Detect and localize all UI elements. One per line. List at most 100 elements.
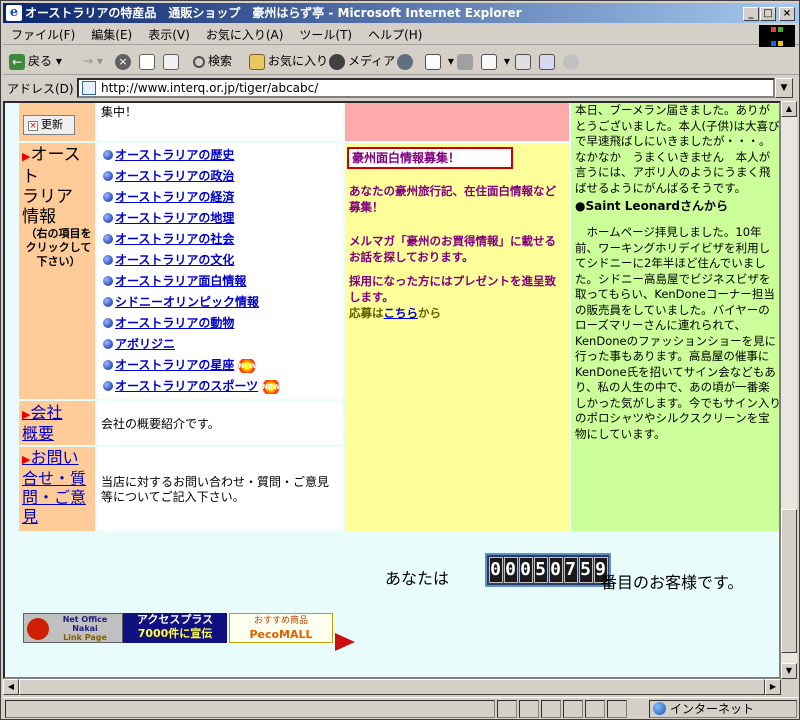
link-aborigine[interactable]: アボリジニ <box>115 337 175 351</box>
link-society[interactable]: オーストラリアの社会 <box>115 232 234 246</box>
australia-note: （右の項目をクリックして下さい） <box>25 227 92 268</box>
link-geography[interactable]: オーストラリアの地理 <box>115 211 234 225</box>
messenger-button[interactable] <box>563 50 582 72</box>
counter-digit: 0 <box>503 557 518 583</box>
window-title: オーストラリアの特産品 通販ショップ 豪州はらず亭 - Microsoft In… <box>25 6 522 20</box>
broken-image-icon: × <box>28 121 38 131</box>
list-item: シドニーオリンピック情報 <box>103 292 259 313</box>
status-pane-1 <box>497 700 517 718</box>
edit-button[interactable]: ▾ <box>481 50 510 72</box>
apply-suffix: から <box>418 306 441 320</box>
horizontal-scrollbar[interactable]: ◀ ▶ <box>3 679 781 695</box>
recruit-para-3: 採用になった方にはプレゼントを進呈致します。 <box>349 274 556 304</box>
maximize-button[interactable]: □ <box>760 7 776 21</box>
contact-link-2[interactable]: 合せ・質 <box>22 469 95 488</box>
menu-edit[interactable]: 編集(E) <box>83 25 140 45</box>
contact-link-3[interactable]: 問・ご意 <box>22 488 95 507</box>
bullet-icon <box>103 276 113 286</box>
vertical-scrollbar[interactable]: ▲ ▼ <box>781 101 797 679</box>
address-input[interactable]: http://www.interq.or.jp/tiger/abcabc/ <box>77 78 775 98</box>
company-link-2[interactable]: 概要 <box>22 424 95 443</box>
discuss-button[interactable] <box>515 50 534 72</box>
scroll-up-button[interactable]: ▲ <box>781 101 797 117</box>
menu-view[interactable]: 表示(V) <box>140 25 198 45</box>
link-constellations[interactable]: オーストラリアの星座 <box>115 358 234 372</box>
link-history[interactable]: オーストラリアの歴史 <box>115 148 234 162</box>
stop-button[interactable]: × <box>115 50 134 72</box>
media-icon <box>329 53 345 70</box>
pecomall-banner[interactable]: おすすめ商品 PecoMALL <box>229 613 333 643</box>
stop-icon: × <box>115 53 131 70</box>
research-button[interactable] <box>539 50 558 72</box>
home-button[interactable] <box>163 50 182 72</box>
next-arrow-icon[interactable] <box>335 633 355 651</box>
back-button[interactable]: ← 戻る ▾ <box>9 50 62 72</box>
testimonial-heading: ●Saint Leonardさんから <box>575 199 728 213</box>
favorites-button[interactable]: お気に入り <box>249 50 328 72</box>
link-economy[interactable]: オーストラリアの経済 <box>115 190 234 204</box>
company-desc: 会社の概要紹介です。 <box>101 417 220 431</box>
minimize-button[interactable]: _ <box>743 7 759 21</box>
banner1-line3: Link Page <box>63 633 107 642</box>
link-fun-info[interactable]: オーストラリア面白情報 <box>115 274 246 288</box>
discuss-icon <box>515 53 531 70</box>
link-culture[interactable]: オーストラリアの文化 <box>115 253 234 267</box>
globe-icon <box>653 702 666 715</box>
windows-logo-icon <box>759 25 795 47</box>
media-button[interactable]: メディア <box>329 50 395 72</box>
netoffice-banner[interactable]: Net Office Nakai Link Page <box>23 613 123 643</box>
back-arrow-icon: ← <box>9 53 25 70</box>
favorites-icon <box>249 53 265 70</box>
bullet-icon <box>103 234 113 244</box>
search-button[interactable]: 検索 <box>193 50 232 72</box>
browser-window: e オーストラリアの特産品 通販ショップ 豪州はらず亭 - Microsoft … <box>0 0 800 720</box>
top-left-cell: × 更新 <box>19 103 95 141</box>
menu-file[interactable]: ファイル(F) <box>3 25 83 45</box>
bullet-icon <box>103 171 113 181</box>
accessplus-banner[interactable]: アクセスプラス 7000件に宣伝 <box>123 613 227 643</box>
print-button[interactable] <box>457 50 476 72</box>
bullet-icon <box>103 381 113 391</box>
address-dropdown-button[interactable]: ▼ <box>775 78 793 98</box>
scroll-down-button[interactable]: ▼ <box>781 663 797 679</box>
forward-arrow-icon: → ▾ <box>83 54 103 68</box>
refresh-image[interactable]: × 更新 <box>23 115 75 135</box>
counter-digit: 5 <box>578 557 593 583</box>
close-button[interactable]: × <box>779 7 795 21</box>
list-item: オーストラリアの社会 <box>103 229 234 250</box>
scroll-left-button[interactable]: ◀ <box>3 679 19 695</box>
link-animals[interactable]: オーストラリアの動物 <box>115 316 234 330</box>
australia-title-3: 情報 <box>22 207 56 227</box>
refresh-icon <box>139 53 155 70</box>
research-icon <box>539 53 555 70</box>
recruit-para-2: メルマガ「豪州のお買得情報」に載せるお話を探しております。 <box>349 234 556 264</box>
contact-link-4[interactable]: 見 <box>22 507 95 526</box>
company-desc-cell: 会社の概要紹介です。 <box>97 401 343 445</box>
link-sports[interactable]: オーストラリアのスポーツ <box>115 379 258 393</box>
menu-tools[interactable]: ツール(T) <box>291 25 360 45</box>
forward-button[interactable]: → ▾ <box>83 50 103 72</box>
edit-icon <box>481 53 497 70</box>
horizontal-scroll-thumb[interactable] <box>19 679 765 695</box>
apply-link[interactable]: こちら <box>384 306 419 320</box>
link-politics[interactable]: オーストラリアの政治 <box>115 169 234 183</box>
company-link[interactable]: 会社 <box>30 403 62 422</box>
new-badge-icon: NEW <box>236 358 259 373</box>
contact-link[interactable]: お問い <box>30 448 78 467</box>
scroll-thumb[interactable] <box>781 509 797 653</box>
menu-favorites[interactable]: お気に入り(A) <box>198 25 292 45</box>
bullet-icon <box>103 297 113 307</box>
messenger-icon <box>563 53 579 70</box>
list-item: オーストラリアの地理 <box>103 208 234 229</box>
link-olympics[interactable]: シドニーオリンピック情報 <box>115 295 259 309</box>
menu-help[interactable]: ヘルプ(H) <box>360 25 430 45</box>
bullet-icon <box>103 339 113 349</box>
refresh-button[interactable] <box>139 50 158 72</box>
mail-button[interactable]: ▾ <box>425 50 454 72</box>
toolbar: ← 戻る ▾ → ▾ × 検索 お気に入り メディア ▾ ▾ <box>3 47 799 75</box>
counter-digit: 0 <box>518 557 533 583</box>
title-bar: e オーストラリアの特産品 通販ショップ 豪州はらず亭 - Microsoft … <box>3 3 799 23</box>
testimonial-para-2: ホームページ拝見しました。10年前、ワーキングホリデイビザを利用してシドニーに2… <box>575 225 781 441</box>
scroll-right-button[interactable]: ▶ <box>765 679 781 695</box>
history-button[interactable] <box>397 50 416 72</box>
